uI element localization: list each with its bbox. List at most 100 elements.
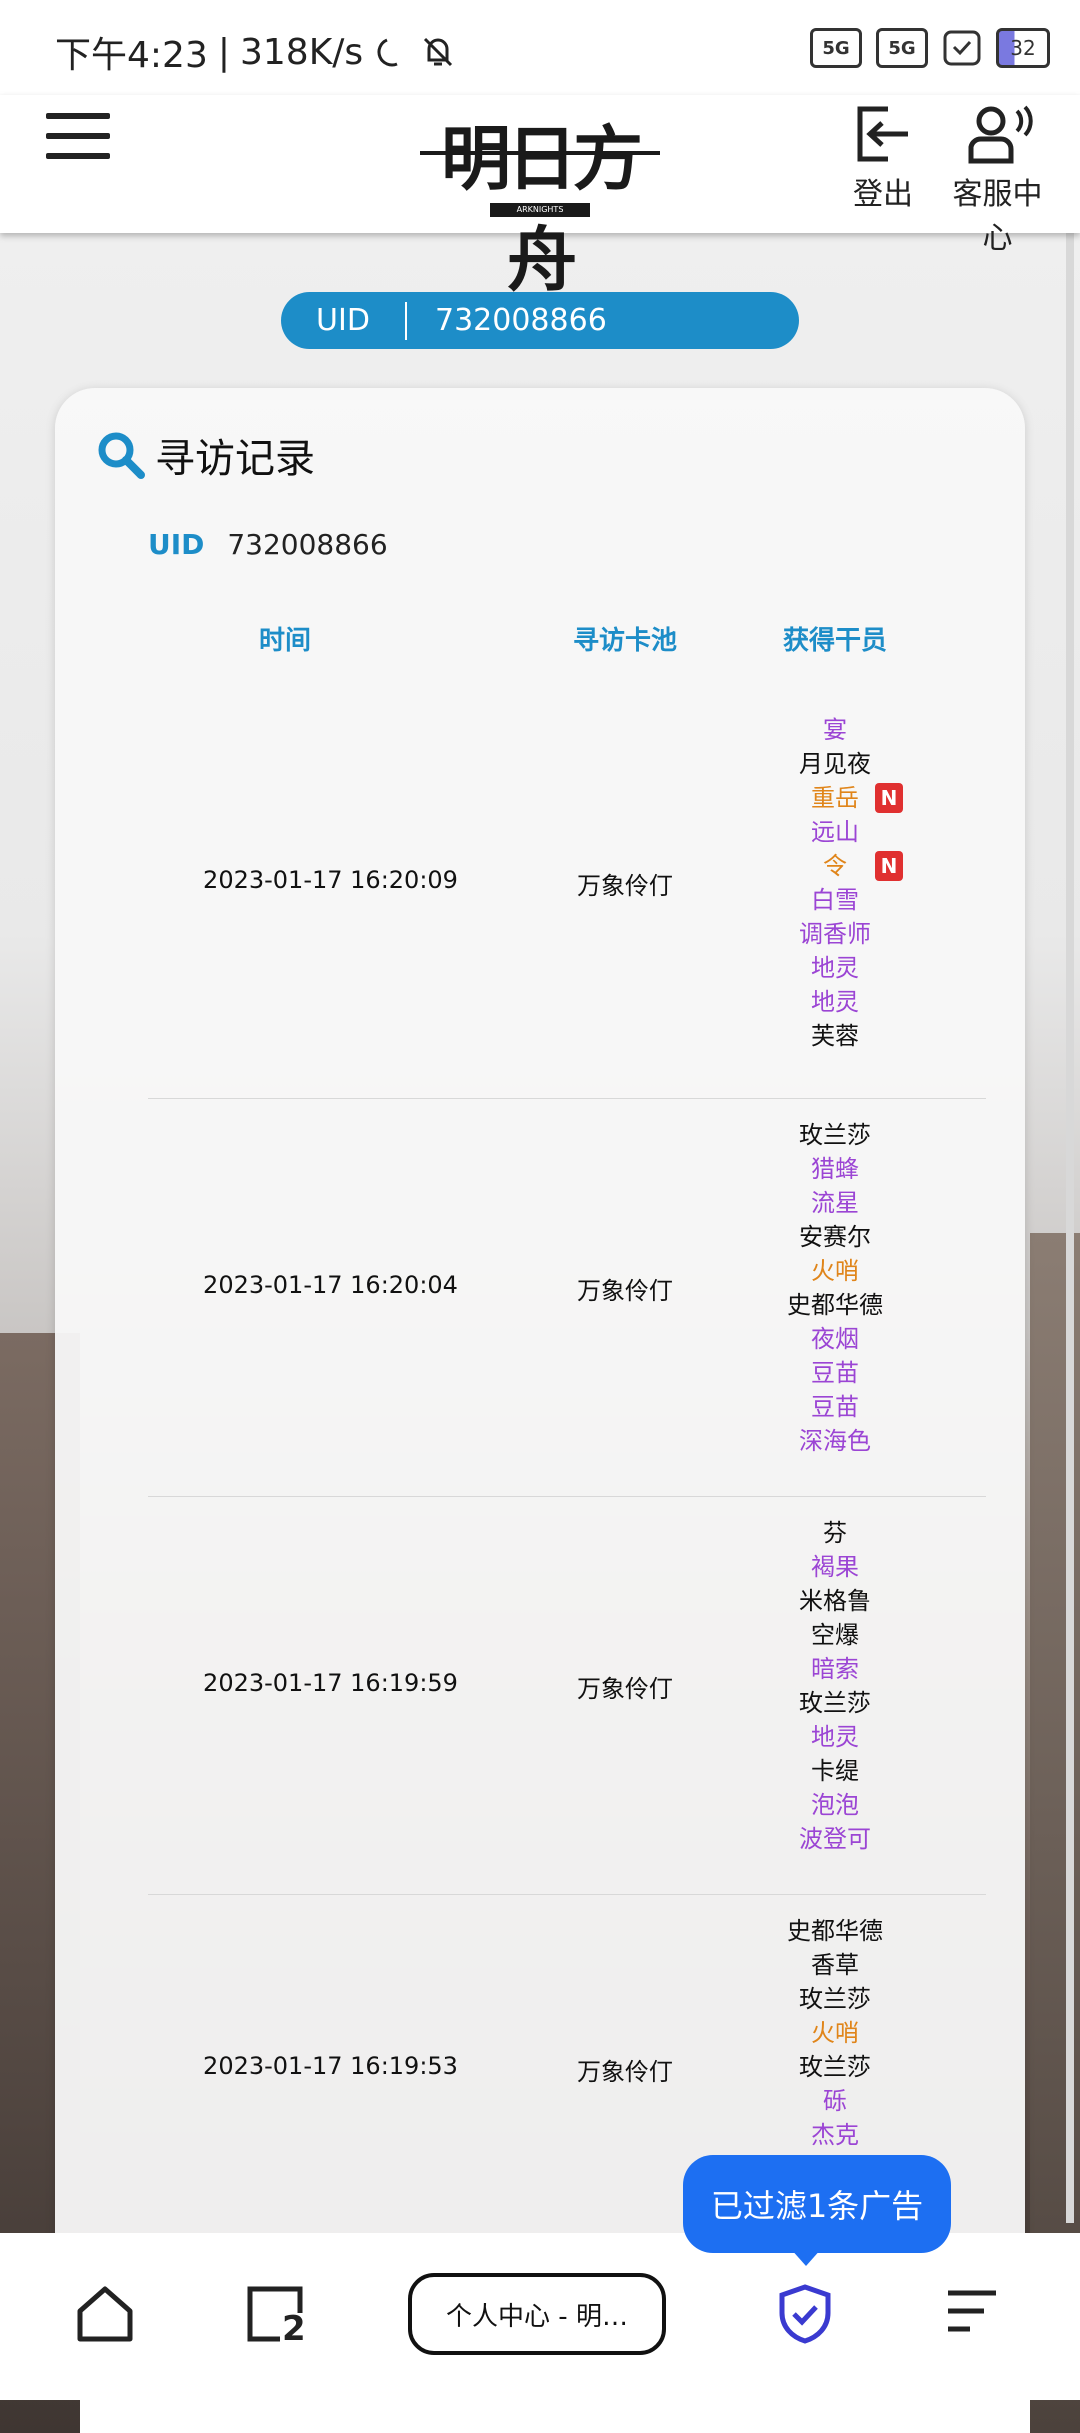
record-time: 2023-01-17 16:20:04 [203, 1271, 458, 1299]
operator-name: 白雪 [765, 883, 905, 917]
arknights-logo[interactable]: 明日方舟 ARKNIGHTS [420, 101, 660, 301]
logo-subtext: ARKNIGHTS [490, 203, 590, 217]
site-header: 明日方舟 ARKNIGHTS 登出 客服中心 [0, 95, 1080, 301]
shield-check-icon [943, 30, 981, 66]
record-operators: 玫兰莎 猎蜂 流星 安赛尔 火哨 史都华德 夜烟 豆苗 豆苗 深海色 [765, 1118, 905, 1458]
operator-name: 安赛尔 [765, 1220, 905, 1254]
table-row: 2023-01-17 16:20:04 万象伶仃 玫兰莎猎蜂流星安赛尔火哨史都华德夜… [148, 1098, 986, 1497]
uid-pill-value: 732008866 [435, 303, 607, 338]
operator-name: 火哨 [765, 1254, 905, 1288]
operator-name: 月见夜 [765, 747, 905, 781]
operator-label: 猎蜂 [811, 1155, 859, 1183]
moon-icon [377, 38, 398, 67]
operator-label: 史都华德 [787, 1291, 883, 1319]
operator-label: 宴 [823, 716, 847, 744]
operator-label: 史都华德 [787, 1917, 883, 1945]
browser-bottom-bar: 2 个人中心 - 明… [0, 2233, 1080, 2400]
operator-label: 安赛尔 [799, 1223, 871, 1251]
menu-lines-icon [948, 2290, 996, 2332]
logout-icon [857, 106, 908, 162]
operator-name: 宴 [765, 713, 905, 747]
operator-label: 豆苗 [811, 1393, 859, 1421]
operator-label: 深海色 [799, 1427, 871, 1455]
operator-label: 香草 [811, 1951, 859, 1979]
uid-pill-label: UID [316, 303, 370, 338]
operator-name: 调香师 [765, 917, 905, 951]
address-bar[interactable]: 个人中心 - 明… [408, 2273, 666, 2355]
operator-label: 令 [823, 852, 847, 880]
operator-name: 芙蓉 [765, 1019, 905, 1053]
search-icon [98, 432, 145, 479]
new-operator-badge: N [875, 783, 903, 813]
operator-name: 夜烟 [765, 1322, 905, 1356]
operator-name: 杰克 [765, 2118, 905, 2152]
record-pool: 万象伶仃 [577, 1277, 673, 1305]
operator-name: 远山 [765, 815, 905, 849]
signal-5g-icon: 5G [810, 28, 862, 68]
uid-pill-separator [405, 301, 407, 340]
operator-label: 豆苗 [811, 1359, 859, 1387]
operator-label: 空爆 [811, 1621, 859, 1649]
operator-label: 砾 [823, 2087, 847, 2115]
hamburger-menu-icon[interactable] [46, 113, 110, 163]
operator-label: 泡泡 [811, 1791, 859, 1819]
record-time: 2023-01-17 16:20:09 [203, 866, 458, 894]
new-operator-badge: N [875, 851, 903, 881]
operator-name: 令N [765, 849, 905, 883]
security-shield-button[interactable] [774, 2283, 836, 2349]
menu-button[interactable] [944, 2283, 1000, 2343]
logout-label: 登出 [853, 177, 913, 212]
operator-name: 玫兰莎 [765, 1118, 905, 1152]
card-uid-label: UID [148, 528, 205, 561]
operator-name: 史都华德 [765, 1288, 905, 1322]
status-time: 下午4:23 [55, 35, 208, 76]
service-label: 客服中心 [952, 177, 1043, 256]
tabs-count: 2 [282, 2309, 306, 2349]
operator-name: 波登可 [765, 1822, 905, 1856]
operator-label: 玫兰莎 [799, 1689, 871, 1717]
battery-icon: 32 [996, 28, 1050, 68]
status-left: 下午4:23 | 318K/s [55, 26, 457, 78]
column-header-pool: 寻访卡池 [572, 626, 677, 656]
operator-name: 暗索 [765, 1652, 905, 1686]
card-uid: UID 732008866 [148, 528, 388, 561]
operator-label: 玫兰莎 [799, 1121, 871, 1149]
operator-label: 火哨 [811, 2019, 859, 2047]
record-operators: 芬褐果 米格鲁 空爆 暗索 玫兰莎 地灵 卡缇 泡泡 波登可 [765, 1516, 905, 1856]
card-title-text: 寻访记录 [155, 436, 315, 482]
operator-name: 玫兰莎 [765, 1686, 905, 1720]
operator-name: 火哨 [765, 2016, 905, 2050]
page-scrollbar[interactable] [1066, 233, 1074, 2223]
status-bar: 下午4:23 | 318K/s 5G 5G 32 [0, 0, 1080, 95]
shield-check-icon [779, 2284, 831, 2344]
operator-name: 玫兰莎 [765, 2050, 905, 2084]
operator-label: 流星 [811, 1189, 859, 1217]
operator-name: 褐果 [765, 1550, 905, 1584]
status-divider: | [217, 31, 230, 73]
table-row: 2023-01-17 16:20:09 万象伶仃宴月见夜 重岳 N 远山令 N 白雪 调香师地… [148, 693, 986, 1099]
operator-label: 白雪 [811, 886, 859, 914]
operator-label: 玫兰莎 [799, 1985, 871, 2013]
operator-label: 卡缇 [811, 1757, 859, 1785]
record-time: 2023-01-17 16:19:53 [203, 2052, 458, 2080]
record-operators: 宴月见夜 重岳 N 远山令 N 白雪 调香师 地灵 地灵 芙蓉 [765, 713, 905, 1053]
card-title: 寻访记录 [95, 426, 315, 484]
operator-name: 空爆 [765, 1618, 905, 1652]
operator-label: 火哨 [811, 1257, 859, 1285]
tabs-button[interactable]: 2 [244, 2283, 306, 2349]
operator-label: 杰克 [811, 2121, 859, 2149]
signal-5g-hd-icon: 5G [876, 28, 928, 68]
operator-name: 豆苗 [765, 1356, 905, 1390]
operator-label: 调香师 [799, 920, 871, 948]
status-right: 5G 5G 32 [810, 28, 1050, 68]
operator-name: 米格鲁 [765, 1584, 905, 1618]
ad-filter-toast[interactable]: 已过滤1条广告 [683, 2155, 951, 2253]
operator-name: 香草 [765, 1948, 905, 1982]
customer-service-button[interactable]: 客服中心 [940, 103, 1055, 257]
operator-label: 米格鲁 [799, 1587, 871, 1615]
operator-name: 流星 [765, 1186, 905, 1220]
home-button[interactable] [74, 2283, 136, 2349]
operator-label: 地灵 [811, 954, 859, 982]
record-pool: 万象伶仃 [577, 1675, 673, 1703]
logout-button[interactable]: 登出 [848, 103, 918, 213]
